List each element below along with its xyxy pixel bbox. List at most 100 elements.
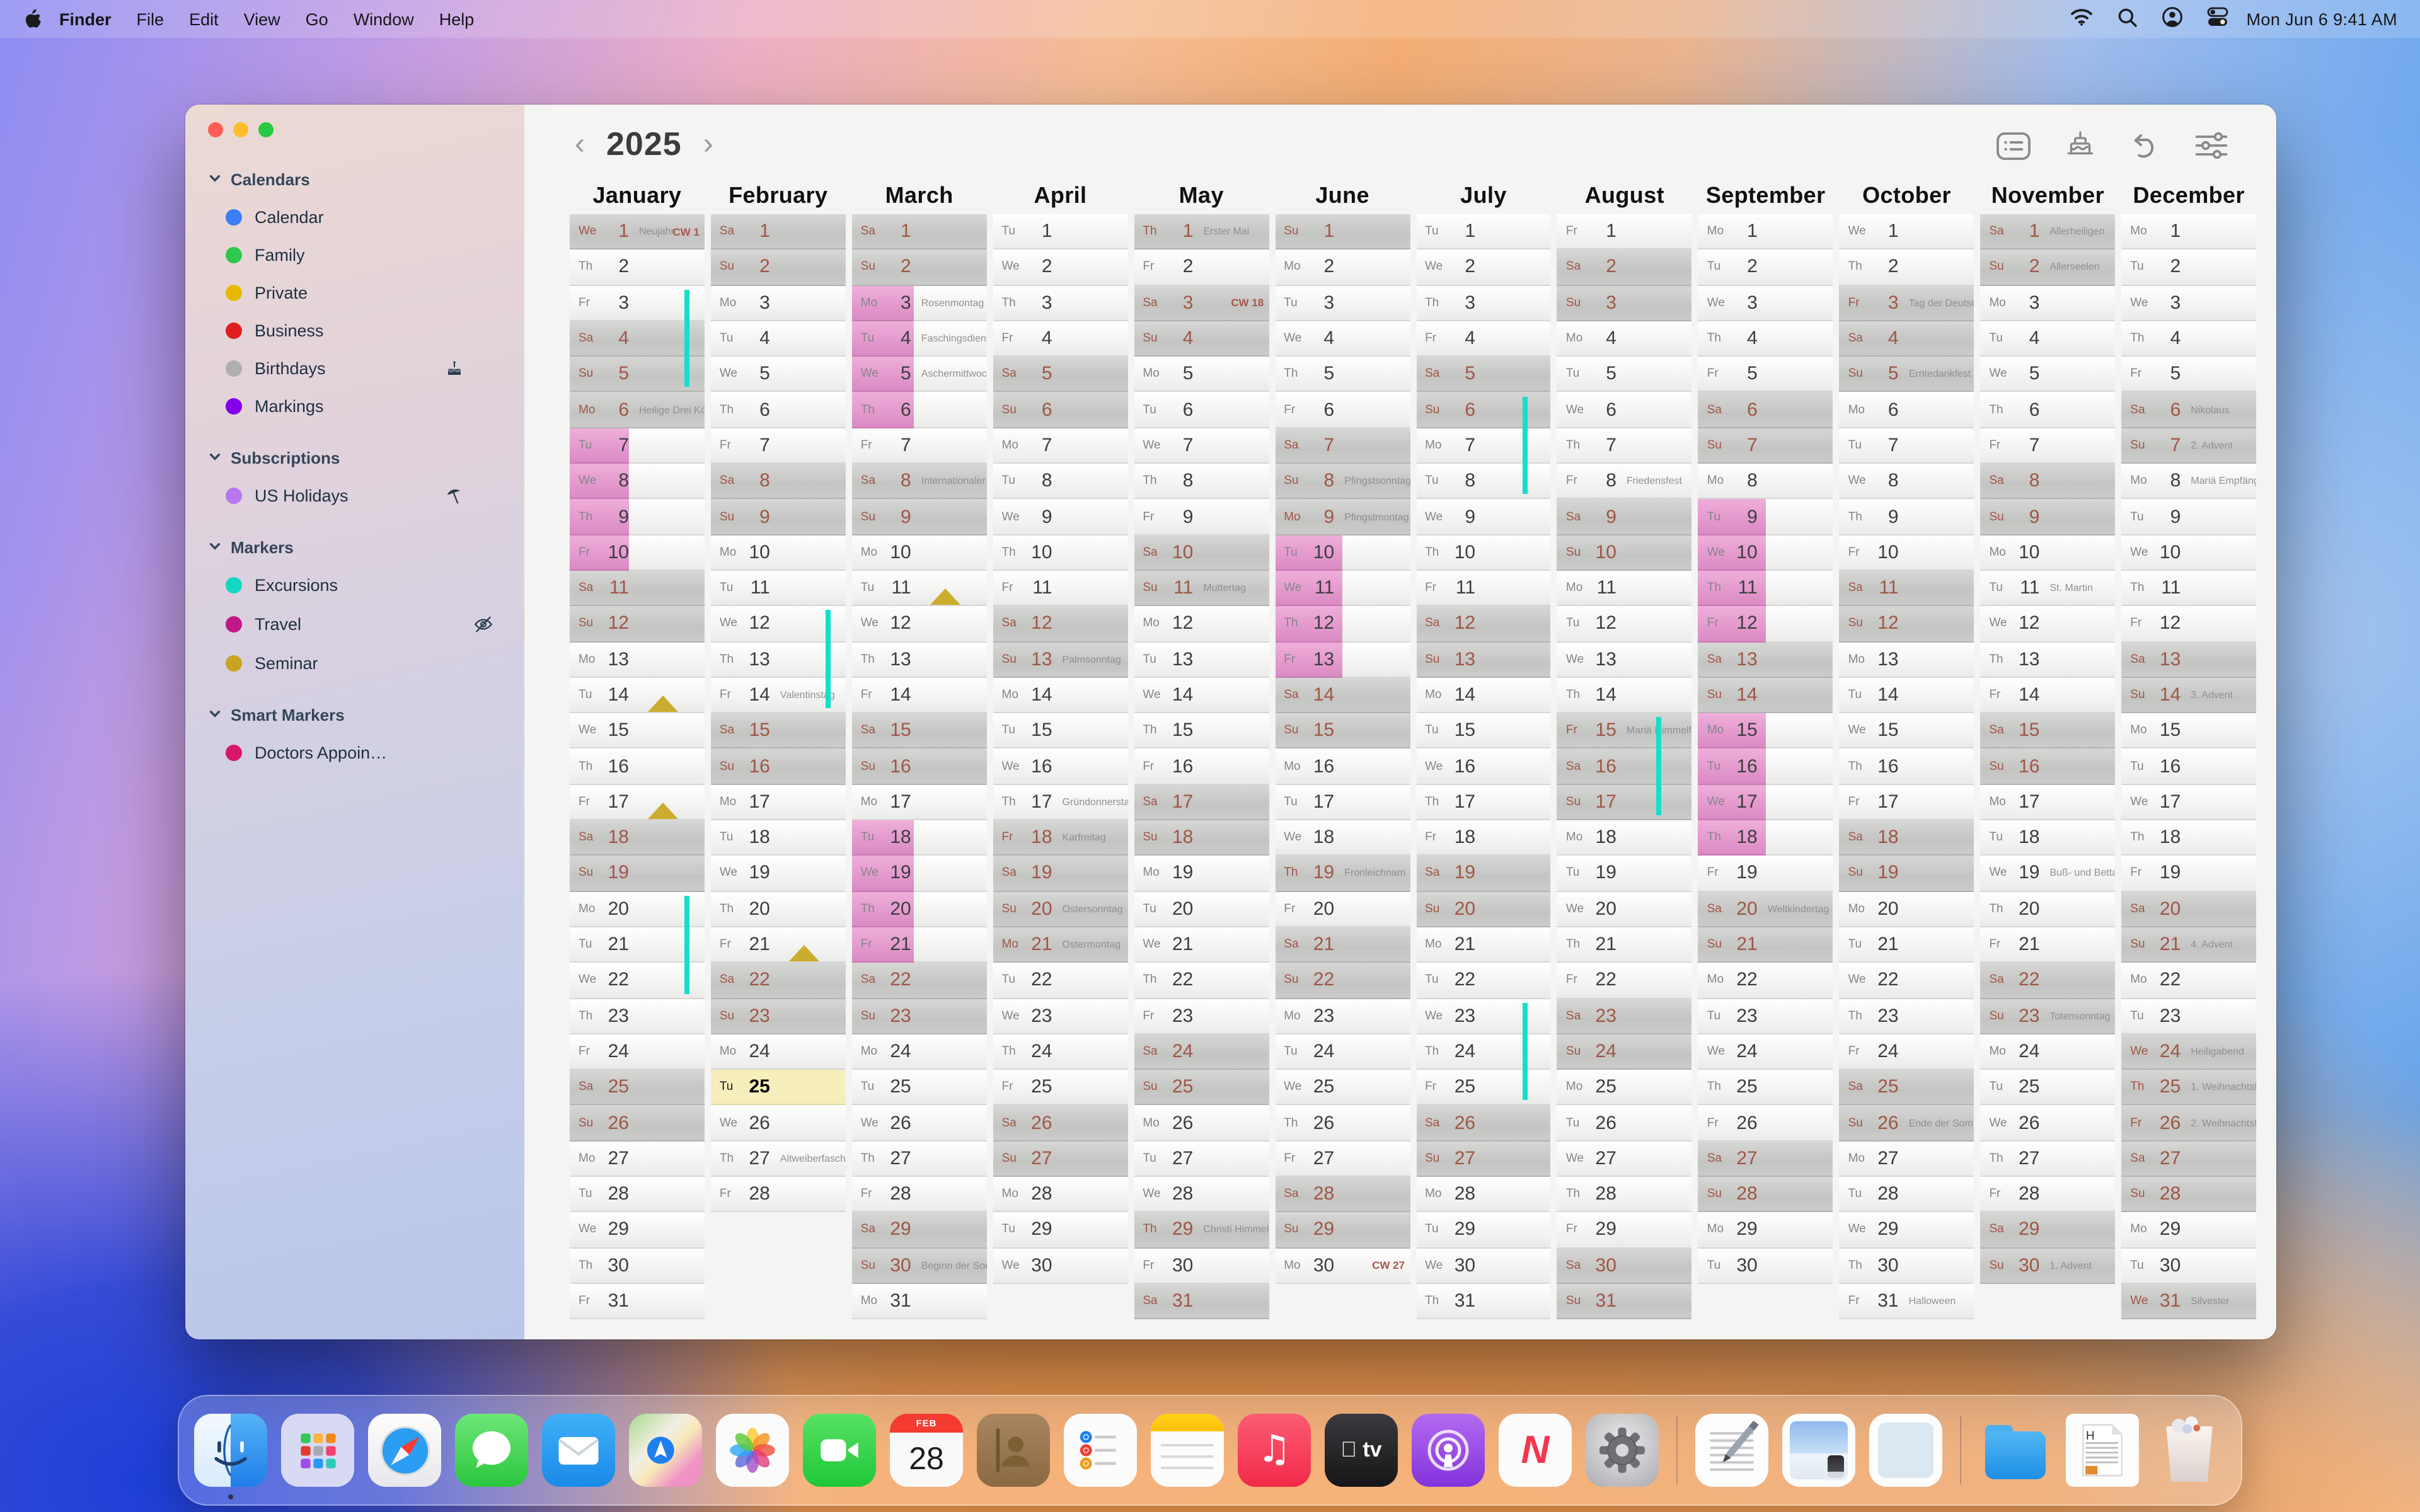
day-cell-october-12[interactable]: Su12	[1840, 607, 1974, 643]
day-cell-april-23[interactable]: We23	[993, 999, 1128, 1034]
day-cell-june-17[interactable]: Tu17	[1275, 785, 1410, 821]
day-cell-november-11[interactable]: Tu11St. Martin	[1980, 571, 2115, 607]
wifi-icon[interactable]	[2070, 8, 2094, 30]
day-cell-june-22[interactable]: Su22	[1275, 963, 1410, 999]
day-cell-september-17[interactable]: We17	[1698, 785, 1833, 821]
day-cell-august-8[interactable]: Fr8Friedensfest	[1557, 464, 1692, 500]
day-cell-august-12[interactable]: Tu12	[1557, 607, 1692, 643]
menu-go[interactable]: Go	[306, 9, 328, 28]
day-cell-april-19[interactable]: Sa19	[993, 856, 1128, 892]
day-cell-june-19[interactable]: Th19Fronleichnam	[1275, 856, 1410, 892]
day-cell-january-19[interactable]: Su19	[570, 856, 705, 892]
day-cell-september-1[interactable]: Mo1	[1698, 214, 1833, 250]
day-cell-august-9[interactable]: Sa9	[1557, 500, 1692, 536]
day-cell-may-25[interactable]: Su25	[1134, 1070, 1269, 1106]
day-cell-january-23[interactable]: Th23	[570, 999, 705, 1034]
day-cell-may-23[interactable]: Fr23	[1134, 999, 1269, 1034]
dock-icon-tv[interactable]:  tv	[1325, 1414, 1398, 1487]
day-cell-august-1[interactable]: Fr1	[1557, 214, 1692, 250]
day-cell-september-30[interactable]: Tu30	[1698, 1248, 1833, 1284]
sidebar-item-private[interactable]: Private	[226, 284, 524, 302]
dock-icon-calendar[interactable]: FEB28	[890, 1414, 963, 1487]
day-cell-may-13[interactable]: Tu13	[1134, 642, 1269, 678]
day-cell-august-22[interactable]: Fr22	[1557, 963, 1692, 999]
day-cell-december-21[interactable]: Su214. Advent	[2121, 927, 2256, 963]
day-cell-october-4[interactable]: Sa4	[1840, 321, 1974, 357]
day-cell-september-25[interactable]: Th25	[1698, 1070, 1833, 1106]
dock-icon-mail[interactable]	[542, 1414, 615, 1487]
day-cell-march-5[interactable]: We5Aschermittwoch	[852, 357, 987, 392]
day-cell-june-10[interactable]: Tu10	[1275, 535, 1410, 571]
user-account-icon[interactable]	[2162, 6, 2184, 32]
day-cell-april-28[interactable]: Mo28	[993, 1177, 1128, 1213]
day-cell-january-1[interactable]: We1NeujahrCW 1	[570, 214, 705, 250]
day-cell-may-27[interactable]: Tu27	[1134, 1141, 1269, 1177]
day-cell-june-25[interactable]: We25	[1275, 1070, 1410, 1106]
day-cell-december-9[interactable]: Tu9	[2121, 500, 2256, 536]
day-cell-october-31[interactable]: Fr31Halloween	[1840, 1284, 1974, 1320]
day-cell-august-14[interactable]: Th14	[1557, 678, 1692, 714]
day-cell-september-11[interactable]: Th11	[1698, 571, 1833, 607]
day-cell-may-17[interactable]: Sa17	[1134, 785, 1269, 821]
day-cell-december-28[interactable]: Su28	[2121, 1177, 2256, 1213]
section-header-calendars[interactable]: Calendars	[208, 170, 524, 189]
day-cell-march-31[interactable]: Mo31	[852, 1284, 987, 1320]
dock-icon-facetime[interactable]	[803, 1414, 876, 1487]
day-cell-march-11[interactable]: Tu11	[852, 571, 987, 607]
day-cell-december-4[interactable]: Th4	[2121, 321, 2256, 357]
day-cell-january-9[interactable]: Th9	[570, 500, 705, 536]
day-cell-january-25[interactable]: Sa25	[570, 1070, 705, 1106]
day-cell-june-4[interactable]: We4	[1275, 321, 1410, 357]
day-cell-january-15[interactable]: We15	[570, 713, 705, 749]
day-cell-may-9[interactable]: Fr9	[1134, 500, 1269, 536]
day-cell-december-7[interactable]: Su72. Advent	[2121, 428, 2256, 464]
day-cell-march-17[interactable]: Mo17	[852, 785, 987, 821]
day-cell-may-24[interactable]: Sa24	[1134, 1034, 1269, 1070]
day-cell-december-18[interactable]: Th18	[2121, 820, 2256, 856]
day-cell-september-5[interactable]: Fr5	[1698, 357, 1833, 392]
day-cell-july-5[interactable]: Sa5	[1416, 357, 1551, 392]
day-cell-june-8[interactable]: Su8Pfingstsonntag	[1275, 464, 1410, 500]
minimize-window-button[interactable]	[233, 122, 248, 137]
day-cell-december-23[interactable]: Tu23	[2121, 999, 2256, 1034]
section-header-smart-markers[interactable]: Smart Markers	[208, 706, 524, 724]
day-cell-april-26[interactable]: Sa26	[993, 1106, 1128, 1142]
day-cell-june-18[interactable]: We18	[1275, 820, 1410, 856]
day-cell-may-8[interactable]: Th8	[1134, 464, 1269, 500]
day-cell-april-3[interactable]: Th3	[993, 285, 1128, 321]
day-cell-october-7[interactable]: Tu7	[1840, 428, 1974, 464]
day-cell-july-9[interactable]: We9	[1416, 500, 1551, 536]
spotlight-search-icon[interactable]	[2118, 7, 2138, 31]
day-cell-april-7[interactable]: Mo7	[993, 428, 1128, 464]
day-cell-june-30[interactable]: Mo30CW 27	[1275, 1248, 1410, 1284]
day-cell-march-21[interactable]: Fr21	[852, 927, 987, 963]
day-cell-september-24[interactable]: We24	[1698, 1034, 1833, 1070]
day-cell-october-5[interactable]: Su5Erntedankfest	[1840, 357, 1974, 392]
dock-icon-notes[interactable]	[1151, 1414, 1224, 1487]
day-cell-may-3[interactable]: Sa3CW 18	[1134, 285, 1269, 321]
day-cell-february-20[interactable]: Th20	[711, 891, 846, 927]
dock-icon-textedit[interactable]	[1695, 1414, 1768, 1487]
day-cell-april-22[interactable]: Tu22	[993, 963, 1128, 999]
day-cell-march-8[interactable]: Sa8Internationaler Frauentag	[852, 464, 987, 500]
day-cell-november-23[interactable]: Su23Totensonntag	[1980, 999, 2115, 1034]
day-cell-july-26[interactable]: Sa26	[1416, 1106, 1551, 1142]
day-cell-july-29[interactable]: Tu29	[1416, 1213, 1551, 1249]
day-cell-april-16[interactable]: We16	[993, 749, 1128, 785]
dock-icon-trash[interactable]	[2153, 1414, 2226, 1487]
day-cell-august-15[interactable]: Fr15Mariä Himmelfahrt	[1557, 713, 1692, 749]
day-cell-july-15[interactable]: Tu15	[1416, 713, 1551, 749]
day-cell-december-11[interactable]: Th11	[2121, 571, 2256, 607]
day-cell-november-13[interactable]: Th13	[1980, 642, 2115, 678]
day-cell-november-4[interactable]: Tu4	[1980, 321, 2115, 357]
day-cell-march-7[interactable]: Fr7	[852, 428, 987, 464]
menu-edit[interactable]: Edit	[189, 9, 219, 28]
day-cell-april-14[interactable]: Mo14	[993, 678, 1128, 714]
day-cell-june-6[interactable]: Fr6	[1275, 392, 1410, 428]
day-cell-november-18[interactable]: Tu18	[1980, 820, 2115, 856]
undo-icon[interactable]	[2130, 130, 2160, 167]
menu-window[interactable]: Window	[354, 9, 414, 28]
day-cell-august-19[interactable]: Tu19	[1557, 856, 1692, 892]
day-cell-march-1[interactable]: Sa1	[852, 214, 987, 250]
sidebar-item-calendar[interactable]: Calendar	[226, 208, 524, 227]
